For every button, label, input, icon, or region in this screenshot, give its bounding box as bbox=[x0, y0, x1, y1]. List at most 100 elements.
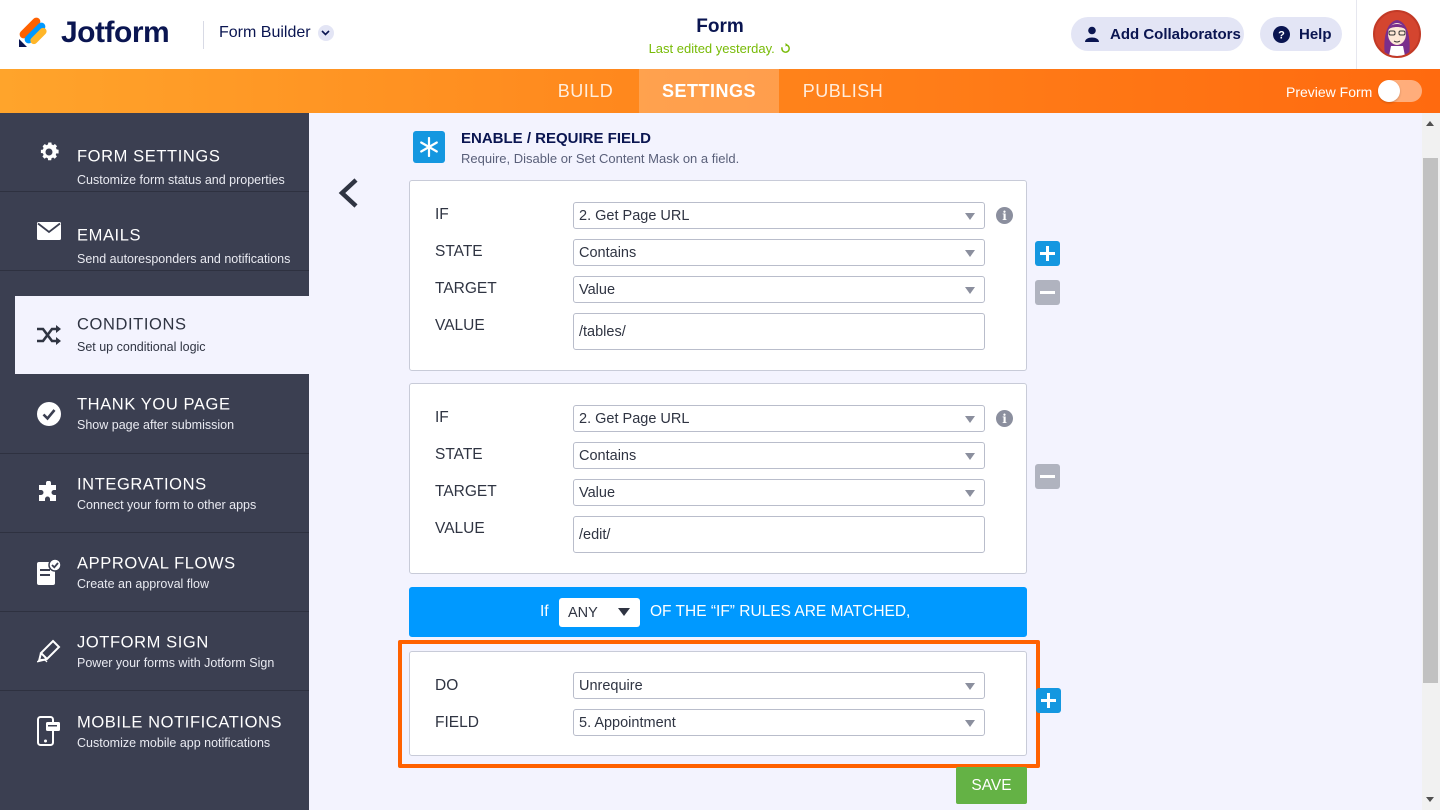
sidebar-item-thank-you-page[interactable]: THANK YOU PAGE Show page after submissio… bbox=[0, 375, 309, 454]
add-collaborators-button[interactable]: Add Collaborators bbox=[1071, 17, 1244, 51]
caret-down-icon bbox=[965, 453, 975, 460]
save-button[interactable]: SAVE bbox=[956, 767, 1027, 804]
header-divider-right bbox=[1356, 0, 1357, 69]
pen-icon bbox=[36, 638, 62, 664]
caret-down-icon bbox=[965, 213, 975, 220]
info-icon[interactable]: i bbox=[996, 207, 1013, 224]
chevron-left-icon bbox=[338, 178, 358, 208]
match-type-value: ANY bbox=[568, 604, 598, 621]
add-rule-button[interactable] bbox=[1035, 241, 1060, 266]
refresh-icon bbox=[781, 43, 791, 53]
condition-title: ENABLE / REQUIRE FIELD bbox=[461, 130, 652, 147]
sidebar-item-emails[interactable]: EMAILS Send autoresponders and notificat… bbox=[0, 192, 309, 271]
sidebar-item-title: THANK YOU PAGE bbox=[77, 395, 231, 414]
settings-sidebar: FORM SETTINGS Customize form status and … bbox=[0, 113, 309, 810]
asterisk-icon bbox=[413, 131, 445, 163]
state-select[interactable]: Contains bbox=[573, 239, 985, 266]
action-highlight-box bbox=[398, 640, 1040, 768]
sidebar-item-subtitle: Connect your form to other apps bbox=[77, 498, 257, 512]
check-circle-icon bbox=[36, 401, 62, 427]
value-text: /edit/ bbox=[579, 526, 611, 543]
back-button[interactable] bbox=[337, 178, 361, 208]
scroll-up-arrow-icon[interactable] bbox=[1426, 121, 1434, 126]
if-label: IF bbox=[435, 409, 449, 426]
value-label: VALUE bbox=[435, 520, 485, 537]
target-select[interactable]: Value bbox=[573, 276, 985, 303]
envelope-icon bbox=[36, 218, 62, 244]
gear-icon bbox=[36, 139, 62, 165]
target-select[interactable]: Value bbox=[573, 479, 985, 506]
sidebar-item-jotform-sign[interactable]: JOTFORM SIGN Power your forms with Jotfo… bbox=[0, 612, 309, 691]
scrollbar-thumb[interactable] bbox=[1423, 158, 1438, 683]
sidebar-item-title: APPROVAL FLOWS bbox=[77, 554, 236, 573]
sidebar-item-title: FORM SETTINGS bbox=[77, 147, 221, 166]
value-input[interactable]: /edit/ bbox=[573, 516, 985, 553]
plus-icon bbox=[1041, 693, 1056, 708]
svg-text:?: ? bbox=[1278, 29, 1285, 41]
caret-down-icon bbox=[965, 490, 975, 497]
sidebar-item-integrations[interactable]: INTEGRATIONS Connect your form to other … bbox=[0, 454, 309, 533]
caret-down-icon bbox=[965, 416, 975, 423]
sidebar-item-subtitle: Create an approval flow bbox=[77, 577, 210, 591]
caret-down-icon bbox=[965, 250, 975, 257]
approval-icon bbox=[36, 559, 62, 585]
tab-build[interactable]: BUILD bbox=[532, 69, 639, 113]
tab-settings[interactable]: SETTINGS bbox=[639, 69, 779, 113]
remove-rule-2-button[interactable] bbox=[1035, 464, 1060, 489]
value-text: /tables/ bbox=[579, 323, 626, 340]
target-label: TARGET bbox=[435, 280, 497, 297]
avatar[interactable] bbox=[1373, 10, 1421, 58]
sidebar-item-subtitle: Show page after submission bbox=[77, 418, 235, 432]
scroll-down-arrow-icon[interactable] bbox=[1426, 797, 1434, 802]
sidebar-item-title: MOBILE NOTIFICATIONS bbox=[77, 713, 283, 732]
sidebar-item-title: EMAILS bbox=[77, 226, 142, 245]
sidebar-item-mobile-notifications[interactable]: MOBILE NOTIFICATIONS Customize mobile ap… bbox=[0, 691, 309, 770]
minus-icon bbox=[1040, 291, 1055, 294]
sidebar-item-subtitle: Send autoresponders and notifications bbox=[77, 252, 291, 266]
main-nav: BUILD SETTINGS PUBLISH Preview Form bbox=[0, 69, 1440, 113]
state-label: STATE bbox=[435, 446, 483, 463]
match-type-select[interactable]: ANY bbox=[559, 598, 640, 627]
preview-form-toggle[interactable] bbox=[1378, 80, 1422, 102]
plus-icon bbox=[1040, 246, 1055, 261]
info-icon[interactable]: i bbox=[996, 410, 1013, 427]
sidebar-item-conditions[interactable]: CONDITIONS Set up conditional logic bbox=[15, 296, 309, 374]
sidebar-item-subtitle: Customize form status and properties bbox=[77, 173, 285, 187]
state-label: STATE bbox=[435, 243, 483, 260]
preview-form-label: Preview Form bbox=[1286, 84, 1373, 100]
condition-rule-1: IF 2. Get Page URL i STATE Contains TARG… bbox=[409, 180, 1027, 371]
mobile-icon bbox=[36, 715, 62, 746]
target-value: Value bbox=[579, 484, 616, 501]
sidebar-item-approval-flows[interactable]: APPROVAL FLOWS Create an approval flow bbox=[0, 533, 309, 612]
target-label: TARGET bbox=[435, 483, 497, 500]
tab-publish[interactable]: PUBLISH bbox=[779, 69, 907, 113]
condition-subtitle: Require, Disable or Set Content Mask on … bbox=[461, 151, 740, 166]
avatar-illustration-icon bbox=[1384, 20, 1410, 56]
help-icon: ? bbox=[1272, 25, 1290, 43]
shuffle-icon bbox=[36, 322, 62, 348]
target-value: Value bbox=[579, 281, 616, 298]
sidebar-item-title: JOTFORM SIGN bbox=[77, 633, 209, 652]
match-prefix: If bbox=[540, 603, 549, 620]
if-field-value: 2. Get Page URL bbox=[579, 207, 690, 224]
help-label: Help bbox=[1299, 25, 1332, 43]
add-action-button[interactable] bbox=[1036, 688, 1061, 713]
if-field-select[interactable]: 2. Get Page URL bbox=[573, 405, 985, 432]
add-collaborators-label: Add Collaborators bbox=[1110, 25, 1241, 43]
help-button[interactable]: ? Help bbox=[1260, 17, 1342, 51]
value-input[interactable]: /tables/ bbox=[573, 313, 985, 350]
remove-rule-1-button[interactable] bbox=[1035, 280, 1060, 305]
sidebar-item-title: INTEGRATIONS bbox=[77, 475, 207, 494]
sidebar-item-title: CONDITIONS bbox=[77, 315, 187, 334]
toggle-knob bbox=[1378, 80, 1400, 102]
sidebar-item-form-settings[interactable]: FORM SETTINGS Customize form status and … bbox=[0, 113, 309, 192]
puzzle-icon bbox=[36, 480, 62, 506]
state-value: Contains bbox=[579, 447, 637, 464]
if-label: IF bbox=[435, 206, 449, 223]
state-value: Contains bbox=[579, 244, 637, 261]
top-header: Jotform Form Builder Form Last edited ye… bbox=[0, 0, 1440, 69]
caret-down-icon bbox=[965, 287, 975, 294]
if-field-select[interactable]: 2. Get Page URL bbox=[573, 202, 985, 229]
state-select[interactable]: Contains bbox=[573, 442, 985, 469]
if-field-value: 2. Get Page URL bbox=[579, 410, 690, 427]
